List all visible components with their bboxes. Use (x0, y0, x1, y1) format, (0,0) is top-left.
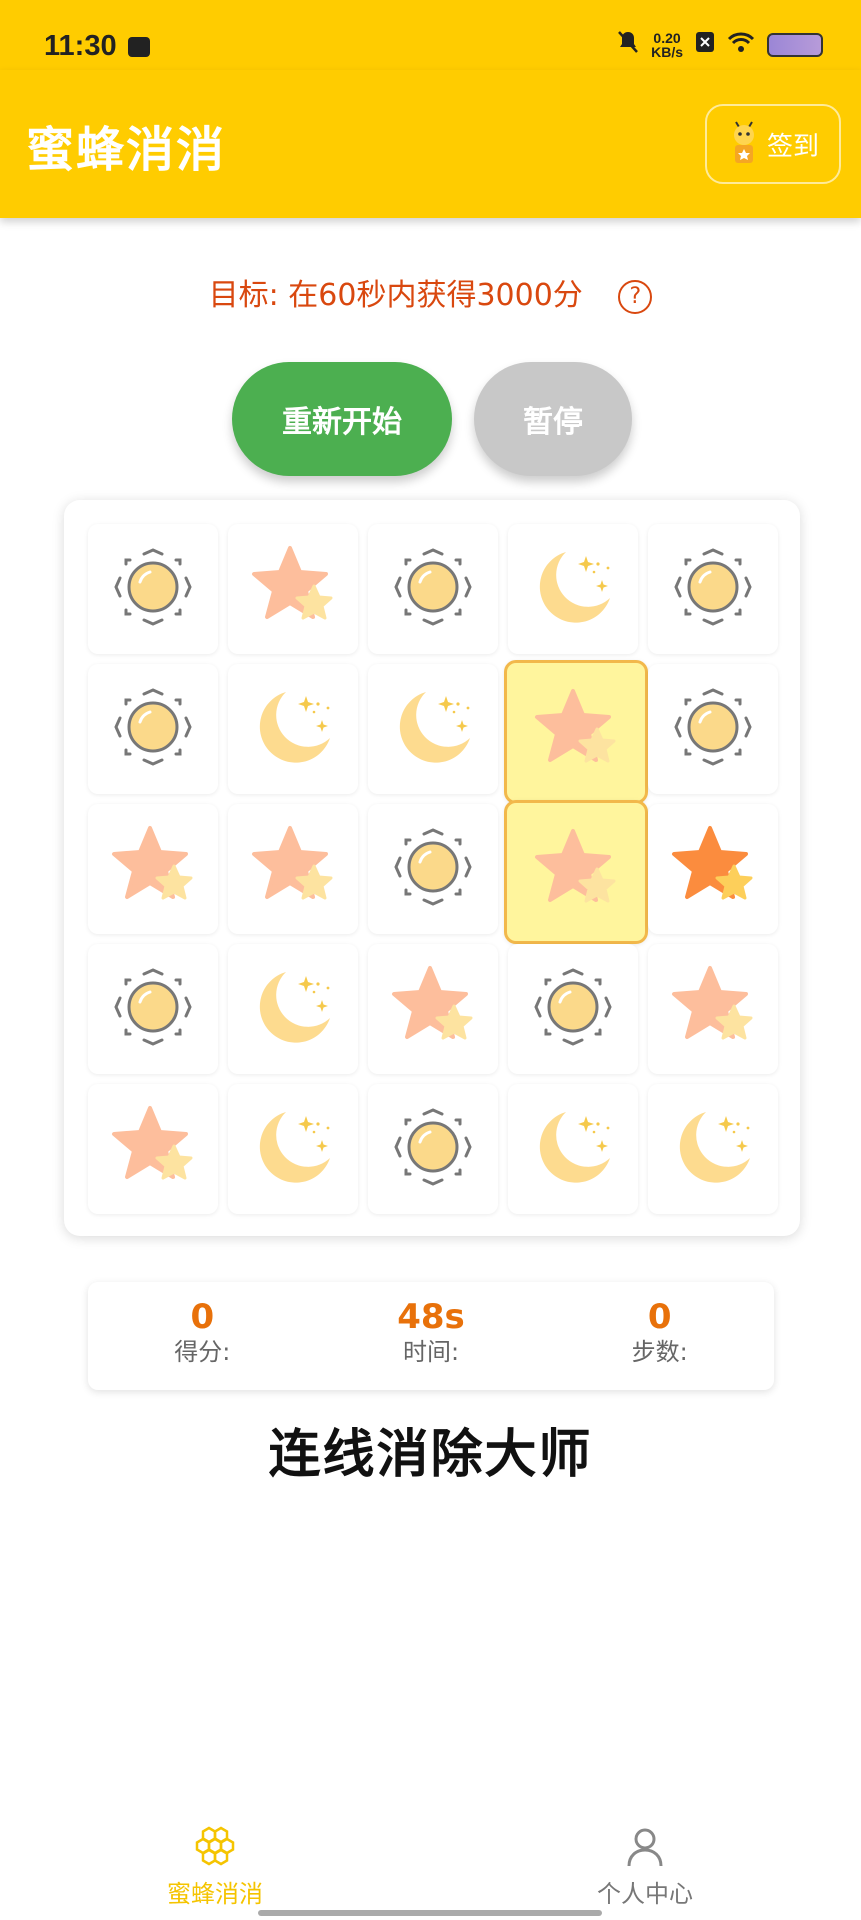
tile-sun[interactable] (368, 804, 498, 934)
moon-icon (248, 682, 338, 776)
moon-icon (388, 682, 478, 776)
tile-star-dark[interactable] (648, 804, 778, 934)
goal-text: 目标: 在60秒内获得3000分 (208, 278, 583, 313)
time-label: 时间: (402, 1338, 460, 1366)
sun-icon (108, 962, 198, 1056)
star-icon (248, 822, 338, 916)
bee-mascot-icon (733, 121, 754, 163)
tab-profile[interactable]: 个人中心 (545, 1810, 745, 1909)
moon-icon (248, 962, 338, 1056)
sun-icon (668, 542, 758, 636)
tile-moon[interactable] (648, 1084, 778, 1214)
sun-icon (108, 542, 198, 636)
tile-star[interactable] (88, 1084, 218, 1214)
moon-icon (668, 1102, 758, 1196)
status-bar: 11:30 0.20 KB/s (0, 0, 861, 70)
help-icon[interactable]: ? (618, 279, 653, 314)
star-icon (108, 1102, 198, 1196)
notification-icon (128, 37, 150, 57)
status-icons: 0.20 KB/s (617, 30, 823, 59)
pause-button[interactable]: 暂停 (474, 362, 632, 476)
score-label: 得分: (174, 1338, 231, 1366)
goal-row: 目标: 在60秒内获得3000分 ? (0, 270, 861, 314)
tile-sun[interactable] (88, 524, 218, 654)
star-icon (668, 962, 758, 1056)
tile-moon[interactable] (228, 1084, 358, 1214)
tile-star[interactable] (88, 804, 218, 934)
sun-icon (668, 682, 758, 776)
status-time: 11:30 (44, 30, 117, 62)
time-value: 48s (397, 1297, 465, 1337)
star-icon (248, 542, 338, 636)
tile-star[interactable] (504, 800, 648, 944)
app-bar: 蜜蜂消消 签到 (0, 70, 861, 218)
star-dark-icon (668, 822, 758, 916)
star-icon (531, 825, 621, 919)
sun-icon (388, 822, 478, 916)
tile-sun[interactable] (368, 524, 498, 654)
tile-moon[interactable] (508, 524, 638, 654)
moon-icon (528, 1102, 618, 1196)
tile-star[interactable] (504, 660, 648, 804)
tile-sun[interactable] (648, 524, 778, 654)
home-indicator (258, 1910, 602, 1916)
star-icon (388, 962, 478, 1056)
restart-button[interactable]: 重新开始 (232, 362, 452, 476)
game-name: 连线消除大师 (268, 1425, 593, 1485)
star-icon (531, 685, 621, 779)
honeycomb-icon (195, 1826, 235, 1866)
mute-icon (617, 30, 639, 59)
sun-icon (528, 962, 618, 1056)
person-icon (627, 1828, 663, 1867)
steps-value: 0 (647, 1297, 672, 1337)
tile-star[interactable] (228, 524, 358, 654)
battery-icon (767, 32, 823, 57)
tab-profile-label: 个人中心 (597, 1880, 693, 1908)
tile-moon[interactable] (368, 664, 498, 794)
tile-star[interactable] (648, 944, 778, 1074)
bottom-tab-bar: 蜜蜂消消 个人中心 (0, 1810, 861, 1920)
steps-label: 步数: (631, 1338, 688, 1366)
sun-icon (388, 1102, 478, 1196)
game-board (64, 500, 800, 1236)
stats-panel: 0 得分: 48s 时间: 0 步数: (88, 1282, 774, 1390)
tile-grid (88, 524, 778, 1214)
tab-game[interactable]: 蜜蜂消消 (115, 1810, 315, 1909)
tile-moon[interactable] (508, 1084, 638, 1214)
net-speed: 0.20 KB/s (651, 31, 683, 59)
tab-game-label: 蜜蜂消消 (167, 1880, 263, 1908)
tile-sun[interactable] (508, 944, 638, 1074)
sim-off-icon (695, 31, 715, 58)
moon-icon (528, 542, 618, 636)
tile-moon[interactable] (228, 664, 358, 794)
wifi-icon (727, 31, 755, 58)
tile-sun[interactable] (648, 664, 778, 794)
tile-sun[interactable] (368, 1084, 498, 1214)
tile-star[interactable] (228, 804, 358, 934)
sun-icon (388, 542, 478, 636)
checkin-label: 签到 (766, 131, 819, 162)
score-stat: 0 得分: (88, 1282, 317, 1390)
sun-icon (108, 682, 198, 776)
steps-stat: 0 步数: (545, 1282, 774, 1390)
tile-sun[interactable] (88, 944, 218, 1074)
checkin-button[interactable]: 签到 (705, 104, 841, 184)
time-stat: 48s 时间: (317, 1282, 546, 1390)
moon-icon (248, 1102, 338, 1196)
app-title: 蜜蜂消消 (26, 122, 227, 178)
star-icon (108, 822, 198, 916)
score-value: 0 (190, 1297, 215, 1337)
tile-sun[interactable] (88, 664, 218, 794)
net-speed-unit: KB/s (651, 43, 683, 60)
tile-moon[interactable] (228, 944, 358, 1074)
tile-star[interactable] (368, 944, 498, 1074)
